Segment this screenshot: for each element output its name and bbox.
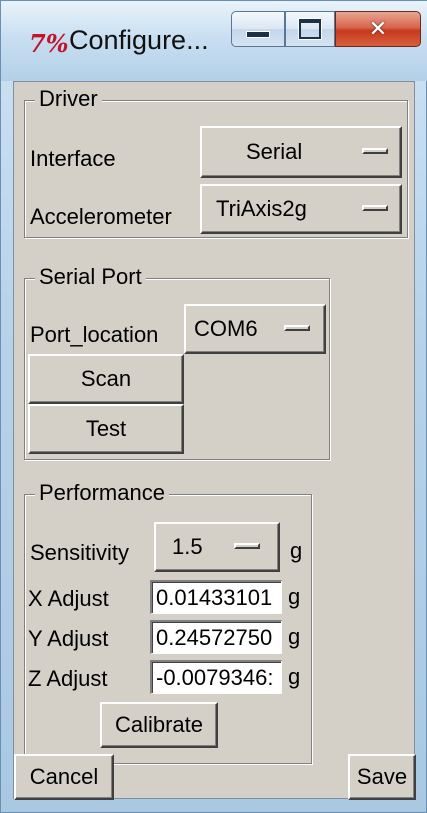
serial-port-group-title: Serial Port — [35, 264, 146, 290]
menubutton-indicator-icon — [362, 205, 388, 211]
sensitivity-unit: g — [290, 538, 303, 563]
title-bar[interactable]: 7% Configure... ✕ — [1, 1, 427, 81]
interface-label: Interface — [30, 146, 116, 171]
y-adjust-unit: g — [288, 624, 301, 649]
calibrate-button-label: Calibrate — [114, 712, 204, 737]
sensitivity-value: 1.5 — [172, 534, 203, 559]
test-button-label: Test — [85, 416, 127, 441]
cancel-button[interactable]: Cancel — [14, 754, 114, 800]
sensitivity-label: Sensitivity — [30, 540, 130, 565]
performance-group-title: Performance — [35, 480, 169, 506]
port-location-value: COM6 — [194, 316, 258, 341]
cancel-button-label: Cancel — [29, 764, 99, 789]
x-adjust-unit: g — [288, 584, 301, 609]
accelerometer-value: TriAxis2g — [216, 196, 307, 221]
z-adjust-label: Z Adjust — [28, 666, 108, 691]
z-adjust-input[interactable] — [150, 660, 282, 694]
save-button-label: Save — [356, 764, 408, 789]
menubutton-indicator-icon — [284, 325, 310, 331]
minimize-button[interactable] — [231, 11, 285, 47]
menubutton-indicator-icon — [362, 148, 388, 154]
window-frame: 7% Configure... ✕ Driver Interface Seria… — [0, 0, 427, 813]
driver-group-title: Driver — [35, 86, 102, 112]
interface-value: Serial — [246, 139, 303, 164]
close-button[interactable]: ✕ — [335, 11, 421, 47]
save-button[interactable]: Save — [348, 754, 416, 800]
tk-feather-icon: 7% — [29, 29, 69, 58]
scan-button-label: Scan — [80, 366, 132, 391]
maximize-button[interactable] — [285, 11, 335, 47]
test-button[interactable]: Test — [28, 404, 184, 454]
close-icon: ✕ — [368, 16, 388, 42]
dialog-body: Driver Interface Serial Accelerometer Tr… — [13, 81, 416, 800]
y-adjust-input[interactable] — [150, 620, 282, 654]
menubutton-indicator-icon — [234, 543, 260, 549]
minimize-icon — [246, 30, 270, 38]
sensitivity-menubutton[interactable]: 1.5 — [154, 522, 280, 572]
scan-button[interactable]: Scan — [28, 354, 184, 404]
maximize-icon — [299, 19, 321, 39]
z-adjust-unit: g — [288, 664, 301, 689]
port-location-label: Port_location — [30, 322, 159, 347]
accelerometer-menubutton[interactable]: TriAxis2g — [200, 184, 402, 234]
y-adjust-label: Y Adjust — [28, 626, 109, 651]
x-adjust-input[interactable] — [150, 580, 282, 614]
calibrate-button[interactable]: Calibrate — [100, 702, 218, 748]
accelerometer-label: Accelerometer — [30, 204, 172, 229]
x-adjust-label: X Adjust — [28, 586, 109, 611]
window-title: Configure... — [69, 25, 209, 55]
interface-menubutton[interactable]: Serial — [200, 126, 402, 178]
port-location-menubutton[interactable]: COM6 — [184, 304, 326, 354]
